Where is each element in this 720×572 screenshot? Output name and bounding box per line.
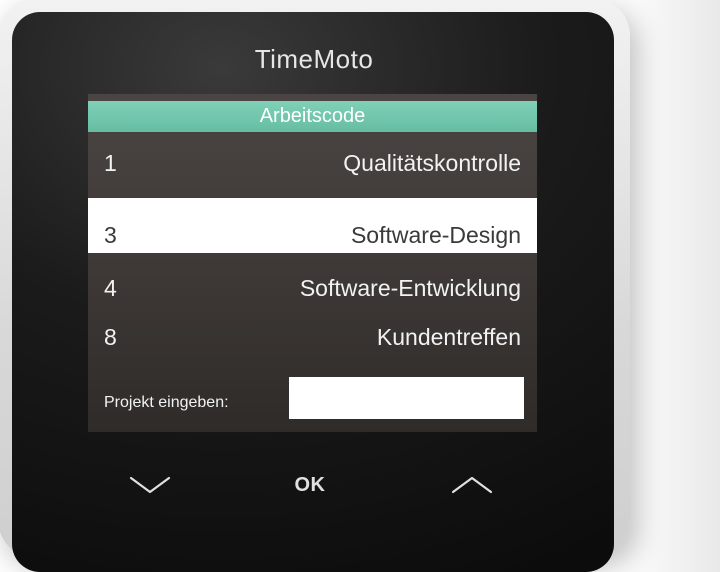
item-label: Kundentreffen — [376, 324, 521, 350]
list-item[interactable]: 8 Kundentreffen — [88, 312, 537, 362]
project-input[interactable] — [289, 377, 524, 419]
item-number: 1 — [104, 150, 117, 176]
item-number: 8 — [104, 324, 117, 350]
list-item[interactable]: 1 Qualitätskontrolle — [88, 138, 537, 188]
item-number: 3 — [104, 222, 117, 248]
screen-header: Arbeitscode — [88, 101, 537, 132]
up-button[interactable] — [432, 470, 512, 500]
chevron-down-icon — [129, 475, 171, 495]
down-button[interactable] — [110, 470, 190, 500]
item-label: Qualitätskontrolle — [343, 150, 521, 176]
ok-button[interactable]: OK — [270, 470, 350, 500]
item-label: Software-Design — [350, 222, 521, 248]
brand-logo: TimeMoto — [254, 44, 374, 74]
chevron-up-icon — [451, 475, 493, 495]
item-label: Software-Entwicklung — [299, 275, 521, 301]
list-item-selected[interactable]: 3 Software-Design — [88, 198, 537, 253]
display-screen: Arbeitscode 1 Qualitätskontrolle 3 Softw… — [88, 94, 537, 432]
item-number: 4 — [104, 275, 117, 301]
project-input-label: Projekt eingeben: — [104, 394, 229, 411]
list-item[interactable]: 4 Software-Entwicklung — [88, 263, 537, 313]
